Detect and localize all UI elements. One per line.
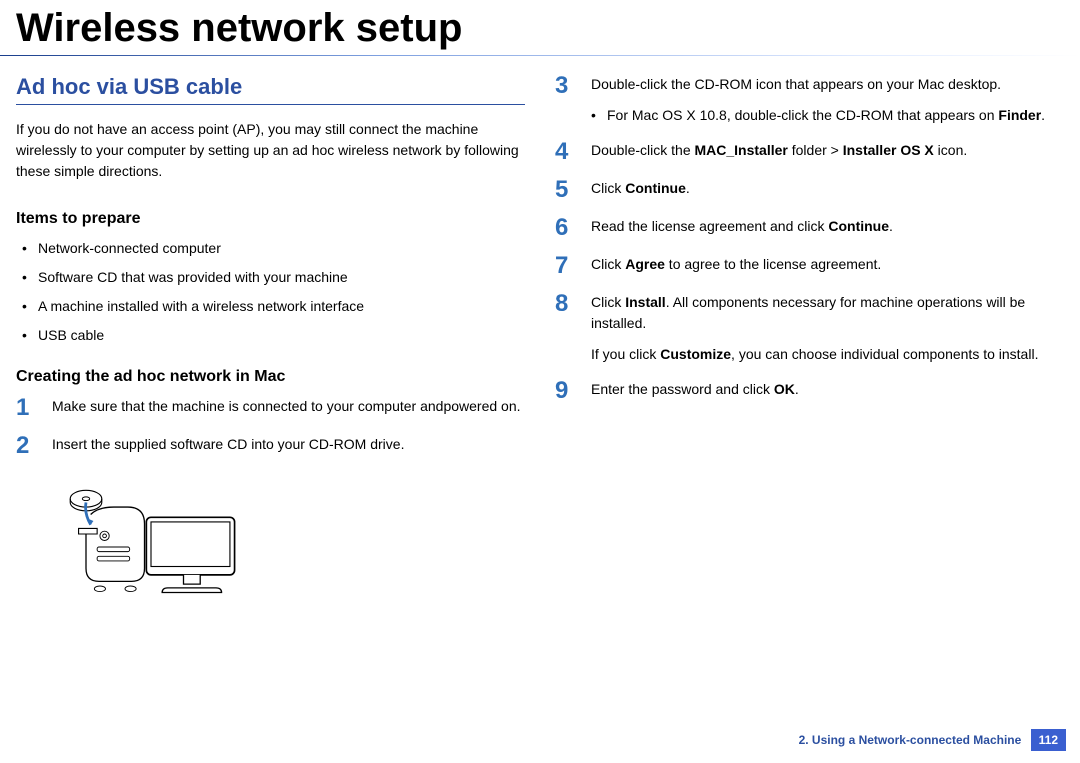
step-number: 7 <box>555 254 577 278</box>
text: . <box>889 218 893 234</box>
text: Click <box>591 294 625 310</box>
bold: Agree <box>625 256 665 272</box>
text: Enter the password and click <box>591 381 774 397</box>
bold: Finder <box>998 107 1041 123</box>
step-text: Make sure that the machine is connected … <box>52 396 525 417</box>
list-item: Software CD that was provided with your … <box>22 267 525 288</box>
step-text: Insert the supplied software CD into you… <box>52 434 525 455</box>
step-text: Click Continue. <box>591 178 1064 199</box>
bold: OK <box>774 381 795 397</box>
step-item: 5 Click Continue. <box>555 178 1064 202</box>
step-number: 4 <box>555 140 577 164</box>
list-item: USB cable <box>22 325 525 346</box>
step-number: 1 <box>16 396 38 420</box>
list-item: Network-connected computer <box>22 238 525 259</box>
chapter-label: 2. Using a Network-connected Machine <box>799 733 1022 747</box>
page-number: 112 <box>1031 729 1066 751</box>
title-rule <box>0 55 1080 56</box>
prepare-heading: Items to prepare <box>16 210 525 228</box>
step-text: Click Install. All components necessary … <box>591 292 1064 365</box>
text: to agree to the license agreement. <box>665 256 881 272</box>
step-item: 7 Click Agree to agree to the license ag… <box>555 254 1064 278</box>
step-number: 9 <box>555 379 577 403</box>
step-item: 4 Double-click the MAC_Installer folder … <box>555 140 1064 164</box>
step-item: 9 Enter the password and click OK. <box>555 379 1064 403</box>
step-text: Read the license agreement and click Con… <box>591 216 1064 237</box>
step-note: If you click Customize, you can choose i… <box>591 344 1064 365</box>
page-footer: 2. Using a Network-connected Machine 112 <box>799 729 1066 751</box>
step-text: Double-click the MAC_Installer folder > … <box>591 140 1064 161</box>
left-column: Ad hoc via USB cable If you do not have … <box>16 74 525 617</box>
text: . <box>1041 107 1045 123</box>
bold: Continue <box>625 180 686 196</box>
text: For Mac OS X 10.8, double-click the CD-R… <box>607 107 998 123</box>
step-item: 8 Click Install. All components necessar… <box>555 292 1064 365</box>
text: If you click <box>591 346 660 362</box>
text: . <box>795 381 799 397</box>
bold: Customize <box>660 346 731 362</box>
text: Click <box>591 180 625 196</box>
steps-left: 1 Make sure that the machine is connecte… <box>16 396 525 458</box>
step-item: 2 Insert the supplied software CD into y… <box>16 434 525 458</box>
step-sub-bullet: For Mac OS X 10.8, double-click the CD-R… <box>591 105 1064 126</box>
section-intro: If you do not have an access point (AP),… <box>16 119 525 182</box>
content-columns: Ad hoc via USB cable If you do not have … <box>0 74 1080 617</box>
steps-right: 3 Double-click the CD-ROM icon that appe… <box>555 74 1064 403</box>
text: . <box>686 180 690 196</box>
step-item: 1 Make sure that the machine is connecte… <box>16 396 525 420</box>
step-item: 3 Double-click the CD-ROM icon that appe… <box>555 74 1064 126</box>
bold: Install <box>625 294 665 310</box>
step-text: Click Agree to agree to the license agre… <box>591 254 1064 275</box>
step-item: 6 Read the license agreement and click C… <box>555 216 1064 240</box>
step-number: 5 <box>555 178 577 202</box>
list-item: A machine installed with a wireless netw… <box>22 296 525 317</box>
step-text: Double-click the CD-ROM icon that appear… <box>591 74 1064 126</box>
section-heading: Ad hoc via USB cable <box>16 74 525 105</box>
bold: Installer OS X <box>843 142 934 158</box>
step-text-main: Double-click the CD-ROM icon that appear… <box>591 76 1001 92</box>
text: , you can choose individual components t… <box>731 346 1038 362</box>
text: Double-click the <box>591 142 695 158</box>
step-number: 2 <box>16 434 38 458</box>
bold: MAC_Installer <box>695 142 788 158</box>
text: Read the license agreement and click <box>591 218 828 234</box>
step-number: 3 <box>555 74 577 98</box>
right-column: 3 Double-click the CD-ROM icon that appe… <box>555 74 1064 617</box>
text: Click <box>591 256 625 272</box>
page-title: Wireless network setup <box>0 0 1080 55</box>
step-number: 6 <box>555 216 577 240</box>
prepare-list: Network-connected computer Software CD t… <box>22 238 525 346</box>
cd-computer-illustration <box>56 482 246 612</box>
step-number: 8 <box>555 292 577 316</box>
creating-heading: Creating the ad hoc network in Mac <box>16 368 525 386</box>
step-text: Enter the password and click OK. <box>591 379 1064 400</box>
text: icon. <box>934 142 967 158</box>
bold: Continue <box>828 218 889 234</box>
text: folder > <box>788 142 843 158</box>
